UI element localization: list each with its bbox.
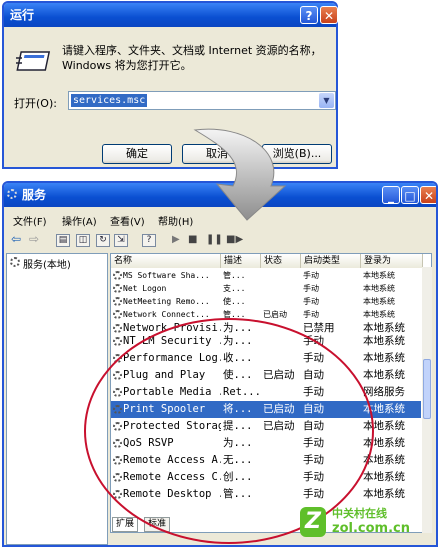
open-combobox[interactable]: services.msc ▼ [68,91,336,110]
close-window-button[interactable]: ✕ [420,186,436,204]
open-label: 打开(O): [14,97,57,110]
cell-logon: 本地系统 [363,297,395,306]
refresh-icon[interactable]: ↻ [96,234,110,247]
watermark: Z 中关村在线 zol.com.cn [300,505,428,545]
cell-logon: 本地系统 [363,335,405,347]
service-gear-icon [113,310,122,319]
transition-arrow [193,128,287,221]
properties-icon[interactable]: ◫ [76,234,90,247]
watermark-brand: 中关村在线 [332,507,387,520]
column-header-startup-type[interactable]: 启动类型 [301,254,361,268]
scrollbar-thumb[interactable] [423,359,431,419]
tab-extended[interactable]: 扩展 [112,517,139,532]
cell-startup: 手动 [303,297,319,306]
services-local-icon [10,257,20,267]
cell-startup: 手动 [303,284,319,293]
column-header-description[interactable]: 描述 [221,254,261,268]
cell-logon: 本地系统 [363,284,395,293]
pause-service-icon[interactable]: ❚❚ [206,234,223,245]
cell-logon: 本地系统 [363,471,405,483]
minimize-button[interactable]: _ [382,186,400,204]
cell-logon: 本地系统 [363,271,395,280]
menu-file[interactable]: 文件(F) [13,213,47,228]
menu-action[interactable]: 操作(A) [62,213,97,228]
services-app-icon [7,189,17,199]
restart-service-icon[interactable]: ■▶ [226,234,243,245]
open-input[interactable]: services.msc [71,94,148,107]
cell-desc: 使... [223,297,246,306]
cell-desc: 管... [223,271,246,280]
service-gear-icon [113,271,122,280]
show-hide-tree-icon[interactable]: ▤ [56,234,70,247]
cell-logon: 本地系统 [363,488,405,500]
cell-name: NetMeeting Remo... [123,297,210,306]
vertical-scrollbar[interactable] [422,267,432,533]
close-button[interactable]: ✕ [320,6,338,24]
help-icon[interactable]: ? [142,234,156,247]
cell-name: MS Software Sha... [123,271,210,280]
run-program-icon [16,51,51,71]
forward-arrow-icon[interactable]: ⇨ [29,232,39,246]
zol-logo-icon: Z [300,507,326,537]
service-gear-icon [113,324,122,333]
stop-service-icon[interactable]: ■ [188,234,197,245]
service-gear-icon [113,284,122,293]
column-header-name[interactable]: 名称 [111,254,221,268]
menu-view[interactable]: 查看(V) [110,213,145,228]
cell-logon: 本地系统 [363,369,405,381]
cell-logon: 网络服务 [363,386,405,398]
cell-desc: 支... [223,284,246,293]
column-header-logon-as[interactable]: 登录为 [361,254,423,268]
start-service-icon[interactable]: ▶ [172,234,180,245]
export-list-icon[interactable]: ⇲ [114,234,128,247]
back-arrow-icon[interactable]: ⇦ [11,232,21,246]
service-gear-icon [113,337,122,346]
maximize-button[interactable]: □ [401,186,419,204]
chevron-down-icon[interactable]: ▼ [319,93,334,108]
tree-item-services-local[interactable]: 服务(本地) [23,256,71,271]
help-button[interactable]: ? [300,6,318,24]
cell-logon: 本地系统 [363,352,405,364]
cell-startup: 手动 [303,271,319,280]
cell-logon: 本地系统 [363,454,405,466]
ok-button[interactable]: 确定 [102,144,172,164]
run-dialog-title: 运行 [4,3,336,27]
table-row[interactable]: Net Logon 支... 手动 本地系统 [111,282,421,295]
table-row[interactable]: MS Software Sha... 管... 手动 本地系统 [111,269,421,282]
service-gear-icon [113,297,122,306]
watermark-url: zol.com.cn [332,521,410,536]
cell-name: Net Logon [123,284,167,293]
column-header-status[interactable]: 状态 [261,254,301,268]
run-description: 请键入程序、文件夹、文档或 Internet 资源的名称，Windows 将为您… [62,44,322,72]
table-row[interactable]: NetMeeting Remo... 使... 手动 本地系统 [111,295,421,308]
